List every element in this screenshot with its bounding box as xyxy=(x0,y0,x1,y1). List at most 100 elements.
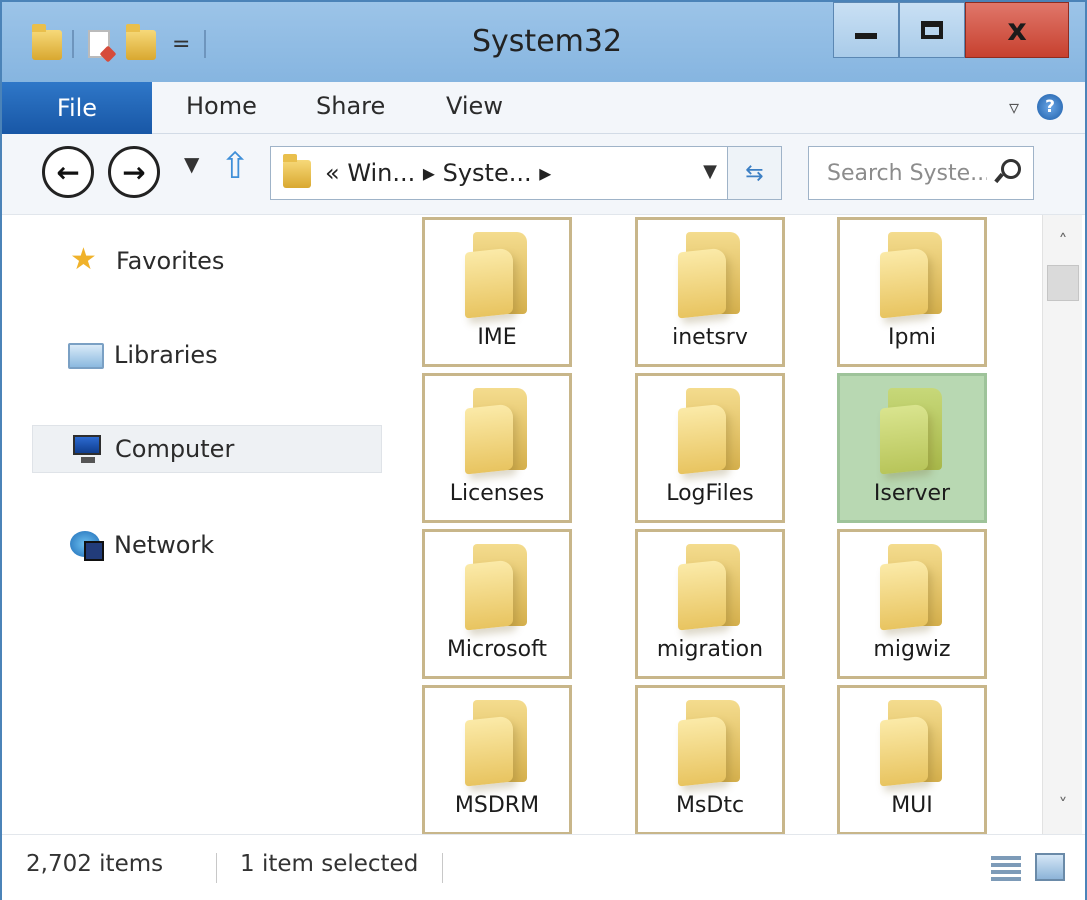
folder-name: IME xyxy=(477,325,517,350)
folder-name: Microsoft xyxy=(446,637,548,662)
properties-icon[interactable] xyxy=(82,26,116,62)
item-count: 2,702 items xyxy=(26,851,164,877)
close-icon: x xyxy=(1007,12,1027,48)
folder-icon xyxy=(281,154,313,190)
search-icon[interactable] xyxy=(995,159,1021,183)
back-arrow-icon: ← xyxy=(56,155,80,189)
nav-item-label: Favorites xyxy=(116,247,225,275)
folder-name: LogFiles xyxy=(666,481,754,506)
scroll-down-icon[interactable]: ˅ xyxy=(1043,785,1083,825)
folder-name: inetsrv xyxy=(672,325,748,350)
scroll-up-icon[interactable]: ˄ xyxy=(1043,221,1083,261)
libraries-icon xyxy=(68,339,104,371)
minimize-button[interactable] xyxy=(833,2,899,58)
navigation-pane: ★ Favorites Libraries Computer Network xyxy=(2,215,392,835)
refresh-button[interactable]: ⇆ xyxy=(727,147,781,199)
title-bar[interactable]: = System32 x xyxy=(2,2,1085,82)
folder-item[interactable]: MUI xyxy=(837,685,987,835)
folder-item[interactable]: LogFiles xyxy=(635,373,785,523)
folder-icon xyxy=(678,700,744,787)
folder-item-selected[interactable]: Iserver xyxy=(837,373,987,523)
up-arrow-icon[interactable]: ⇧ xyxy=(220,146,250,187)
folder-item[interactable]: MSDRM xyxy=(422,685,572,835)
breadcrumb[interactable]: « Win... ▸ Syste... ▸ xyxy=(325,159,551,187)
window-controls: x xyxy=(833,2,1069,58)
folder-item[interactable]: migwiz xyxy=(837,529,987,679)
minimize-icon xyxy=(855,33,877,39)
nav-item-favorites[interactable]: ★ Favorites xyxy=(32,237,382,285)
computer-icon xyxy=(69,433,105,465)
customize-toolbar-dropdown-icon[interactable]: = xyxy=(166,32,196,57)
content-area: ★ Favorites Libraries Computer Network I… xyxy=(2,214,1085,835)
maximize-icon xyxy=(921,21,943,39)
folder-name: MSDRM xyxy=(454,793,540,818)
nav-item-computer[interactable]: Computer xyxy=(32,425,382,473)
forward-arrow-icon: → xyxy=(122,155,146,189)
folder-name: migration xyxy=(656,637,764,662)
folder-item[interactable]: Ipmi xyxy=(837,217,987,367)
folder-icon xyxy=(678,232,744,319)
ribbon-tabs: File Home Share View ▿ ? xyxy=(2,82,1085,134)
star-icon: ★ xyxy=(70,242,97,277)
folder-icon xyxy=(880,544,946,631)
folder-name: MUI xyxy=(891,793,933,818)
quick-access-toolbar: = xyxy=(30,22,207,66)
tab-file[interactable]: File xyxy=(2,82,152,134)
refresh-icon: ⇆ xyxy=(745,160,764,186)
folder-icon xyxy=(465,700,531,787)
address-bar[interactable]: « Win... ▸ Syste... ▸ ▼ ⇆ xyxy=(270,146,782,200)
forward-button[interactable]: → xyxy=(108,146,160,198)
tab-share[interactable]: Share xyxy=(316,92,385,120)
file-list: IME inetsrv Ipmi Licenses LogFiles Iserv… xyxy=(392,215,1042,835)
folder-icon xyxy=(30,24,64,62)
folder-item[interactable]: Microsoft xyxy=(422,529,572,679)
folder-icon xyxy=(880,700,946,787)
nav-item-network[interactable]: Network xyxy=(32,521,382,569)
folder-item[interactable]: MsDtc xyxy=(635,685,785,835)
address-dropdown-icon[interactable]: ▼ xyxy=(703,161,717,182)
folder-name: MsDtc xyxy=(675,793,745,818)
folder-item[interactable]: Licenses xyxy=(422,373,572,523)
folder-item[interactable]: IME xyxy=(422,217,572,367)
folder-icon xyxy=(465,232,531,319)
back-button[interactable]: ← xyxy=(42,146,94,198)
vertical-scrollbar[interactable]: ˄ ˅ xyxy=(1042,215,1082,835)
network-icon xyxy=(68,529,104,561)
navigation-bar: ← → ▼ ⇧ « Win... ▸ Syste... ▸ ▼ ⇆ xyxy=(2,134,1085,214)
folder-name: migwiz xyxy=(873,637,951,662)
close-button[interactable]: x xyxy=(965,2,1069,58)
status-bar: 2,702 items 1 item selected xyxy=(2,834,1085,900)
new-folder-icon[interactable] xyxy=(124,24,158,62)
folder-item[interactable]: migration xyxy=(635,529,785,679)
folder-name: Iserver xyxy=(873,481,951,506)
folder-icon xyxy=(678,544,744,631)
folder-icon xyxy=(465,544,531,631)
details-view-icon[interactable] xyxy=(991,853,1021,881)
folder-item[interactable]: inetsrv xyxy=(635,217,785,367)
tab-view[interactable]: View xyxy=(446,92,503,120)
nav-item-label: Libraries xyxy=(114,341,218,369)
folder-name: Ipmi xyxy=(888,325,936,350)
window-title: System32 xyxy=(472,24,623,59)
selection-count: 1 item selected xyxy=(240,851,419,877)
search-box xyxy=(808,146,1034,200)
help-icon[interactable]: ? xyxy=(1037,94,1063,120)
recent-locations-dropdown-icon[interactable]: ▼ xyxy=(184,152,199,176)
nav-item-libraries[interactable]: Libraries xyxy=(32,331,382,379)
tab-home[interactable]: Home xyxy=(186,92,257,120)
maximize-button[interactable] xyxy=(899,2,965,58)
folder-name: Licenses xyxy=(449,481,545,506)
search-input[interactable] xyxy=(827,160,987,186)
ribbon-right-controls: ▿ ? xyxy=(1009,94,1063,120)
folder-icon xyxy=(880,232,946,319)
status-divider xyxy=(442,853,443,883)
folder-icon xyxy=(465,388,531,475)
explorer-window: = System32 x File Home Share View ▿ ? ← … xyxy=(0,0,1087,900)
expand-ribbon-icon[interactable]: ▿ xyxy=(1009,95,1019,119)
folder-icon xyxy=(880,388,946,475)
nav-item-label: Computer xyxy=(115,435,235,463)
scrollbar-thumb[interactable] xyxy=(1047,265,1079,301)
large-icons-view-icon[interactable] xyxy=(1035,853,1065,881)
toolbar-separator xyxy=(72,30,74,58)
toolbar-separator xyxy=(204,30,207,58)
